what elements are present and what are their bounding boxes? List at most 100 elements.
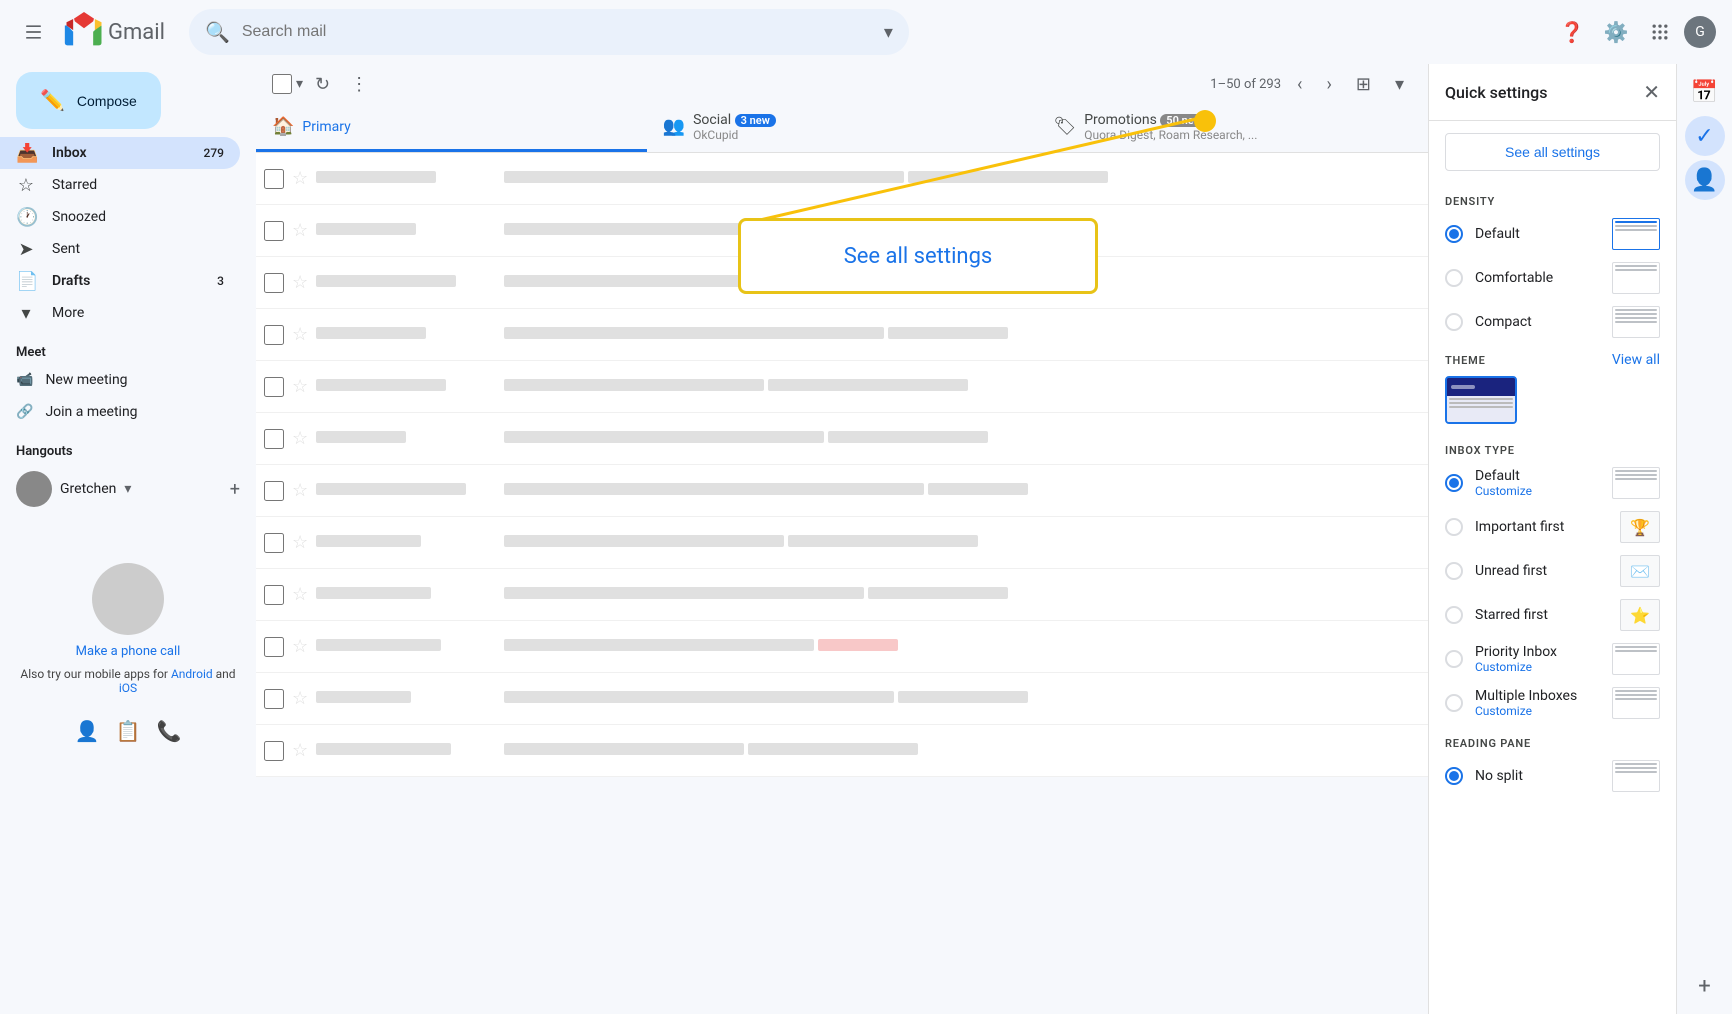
reading-pane-no-split-radio[interactable] [1445, 767, 1463, 785]
phone-icon[interactable]: 📞 [156, 719, 181, 743]
sidebar-item-more[interactable]: ▾ More [0, 297, 240, 329]
star-icon[interactable]: ☆ [292, 428, 308, 449]
refresh-button[interactable]: ↻ [307, 70, 338, 99]
inbox-priority-customize[interactable]: Customize [1475, 660, 1600, 674]
density-comfortable-option[interactable]: Comfortable [1429, 256, 1676, 300]
inbox-important-first-option[interactable]: Important first 🏆 [1429, 505, 1676, 549]
table-row[interactable]: ☆ [256, 673, 1428, 725]
sidebar-item-drafts[interactable]: 📄 Drafts 3 [0, 265, 240, 297]
table-row[interactable]: ☆ [256, 153, 1428, 205]
apps-button[interactable] [1640, 12, 1680, 52]
email-checkbox[interactable] [264, 533, 284, 553]
star-icon[interactable]: ☆ [292, 740, 308, 761]
email-checkbox[interactable] [264, 325, 284, 345]
email-checkbox[interactable] [264, 221, 284, 241]
inbox-unread-first-option[interactable]: Unread first ✉️ [1429, 549, 1676, 593]
star-icon[interactable]: ☆ [292, 272, 308, 293]
contacts-icon[interactable]: 📋 [116, 719, 141, 743]
add-people-icon[interactable]: 👤 [75, 719, 100, 743]
table-row[interactable]: ☆ [256, 569, 1428, 621]
select-all-checkbox[interactable] [272, 74, 292, 94]
density-compact-radio[interactable] [1445, 313, 1463, 331]
email-checkbox[interactable] [264, 637, 284, 657]
android-link[interactable]: Android [171, 667, 213, 681]
table-row[interactable]: ☆ [256, 725, 1428, 777]
compose-button[interactable]: ✏️ Compose [16, 72, 161, 129]
email-checkbox[interactable] [264, 585, 284, 605]
select-dropdown-icon[interactable]: ▾ [296, 76, 303, 92]
star-icon[interactable]: ☆ [292, 636, 308, 657]
search-bar[interactable]: 🔍 ▾ [189, 9, 909, 55]
table-row[interactable]: ☆ [256, 517, 1428, 569]
sidebar-item-inbox[interactable]: 📥 Inbox 279 [0, 137, 240, 169]
star-icon[interactable]: ☆ [292, 480, 308, 501]
settings-button[interactable]: ⚙️ [1596, 12, 1636, 52]
inbox-multiple-option[interactable]: Multiple InboxesCustomize [1429, 681, 1676, 725]
hangouts-add-icon[interactable]: + [230, 479, 240, 500]
inbox-priority-option[interactable]: Priority InboxCustomize [1429, 637, 1676, 681]
density-comfortable-radio[interactable] [1445, 269, 1463, 287]
density-compact-option[interactable]: Compact [1429, 300, 1676, 344]
inbox-priority-radio[interactable] [1445, 650, 1463, 668]
prev-page-button[interactable]: ‹ [1289, 70, 1310, 99]
inbox-starred-first-option[interactable]: Starred first ⭐ [1429, 593, 1676, 637]
email-checkbox[interactable] [264, 741, 284, 761]
reading-pane-no-split-option[interactable]: No split [1429, 754, 1676, 798]
phone-call-link[interactable]: Make a phone call [76, 644, 181, 659]
email-checkbox[interactable] [264, 169, 284, 189]
email-checkbox[interactable] [264, 481, 284, 501]
ios-link[interactable]: iOS [119, 681, 137, 695]
tasks-icon[interactable]: ✓ [1685, 116, 1725, 156]
table-row[interactable]: ☆ [256, 361, 1428, 413]
star-icon[interactable]: ☆ [292, 220, 308, 241]
expand-icon[interactable]: + [1685, 966, 1725, 1006]
theme-preview[interactable] [1445, 376, 1517, 424]
table-row[interactable]: ☆ [256, 257, 1428, 309]
inbox-multiple-radio[interactable] [1445, 694, 1463, 712]
email-checkbox[interactable] [264, 377, 284, 397]
next-page-button[interactable]: › [1318, 70, 1339, 99]
email-checkbox[interactable] [264, 689, 284, 709]
table-row[interactable]: ☆ [256, 621, 1428, 673]
view-more-button[interactable]: ▾ [1387, 70, 1412, 99]
sidebar-item-new-meeting[interactable]: 📹 New meeting [0, 364, 256, 396]
sidebar-item-join-meeting[interactable]: 🔗 Join a meeting [0, 396, 256, 428]
hamburger-button[interactable] [16, 12, 56, 52]
avatar[interactable]: G [1684, 16, 1716, 48]
star-icon[interactable]: ☆ [292, 324, 308, 345]
see-all-settings-button[interactable]: See all settings [1445, 133, 1660, 171]
quick-settings-close-button[interactable]: ✕ [1643, 80, 1660, 104]
tab-primary[interactable]: 🏠 Primary [256, 104, 647, 152]
star-icon[interactable]: ☆ [292, 168, 308, 189]
density-default-radio[interactable] [1445, 225, 1463, 243]
inbox-default-option[interactable]: DefaultCustomize [1429, 461, 1676, 505]
sidebar-item-snoozed[interactable]: 🕐 Snoozed [0, 201, 240, 233]
sidebar-item-sent[interactable]: ➤ Sent [0, 233, 240, 265]
star-icon[interactable]: ☆ [292, 688, 308, 709]
table-row[interactable]: ☆ [256, 413, 1428, 465]
table-row[interactable]: ☆ [256, 465, 1428, 517]
email-checkbox[interactable] [264, 429, 284, 449]
search-chevron-icon[interactable]: ▾ [884, 22, 893, 43]
inbox-starred-first-radio[interactable] [1445, 606, 1463, 624]
search-input[interactable] [242, 23, 872, 41]
theme-view-all-button[interactable]: View all [1612, 352, 1660, 368]
inbox-default-customize[interactable]: Customize [1475, 484, 1600, 498]
inbox-multiple-customize[interactable]: Customize [1475, 704, 1600, 718]
help-button[interactable]: ❓ [1552, 12, 1592, 52]
table-row[interactable]: ☆ [256, 205, 1428, 257]
inbox-default-radio[interactable] [1445, 474, 1463, 492]
more-options-button[interactable]: ⋮ [342, 70, 376, 99]
tab-social[interactable]: 👥 Social 3 new OkCupid [647, 104, 1038, 152]
contacts-panel-icon[interactable]: 👤 [1685, 160, 1725, 200]
view-options-button[interactable]: ⊞ [1348, 70, 1379, 99]
tab-promotions[interactable]: 🏷 Promotions 50 new Quora Digest, Roam R… [1037, 104, 1428, 152]
hangouts-user-item[interactable]: Gretchen ▾ + [0, 463, 256, 515]
density-default-option[interactable]: Default [1429, 212, 1676, 256]
google-meet-icon[interactable]: 📅 [1685, 72, 1725, 112]
inbox-important-first-radio[interactable] [1445, 518, 1463, 536]
table-row[interactable]: ☆ [256, 309, 1428, 361]
star-icon[interactable]: ☆ [292, 532, 308, 553]
star-icon[interactable]: ☆ [292, 584, 308, 605]
email-checkbox[interactable] [264, 273, 284, 293]
